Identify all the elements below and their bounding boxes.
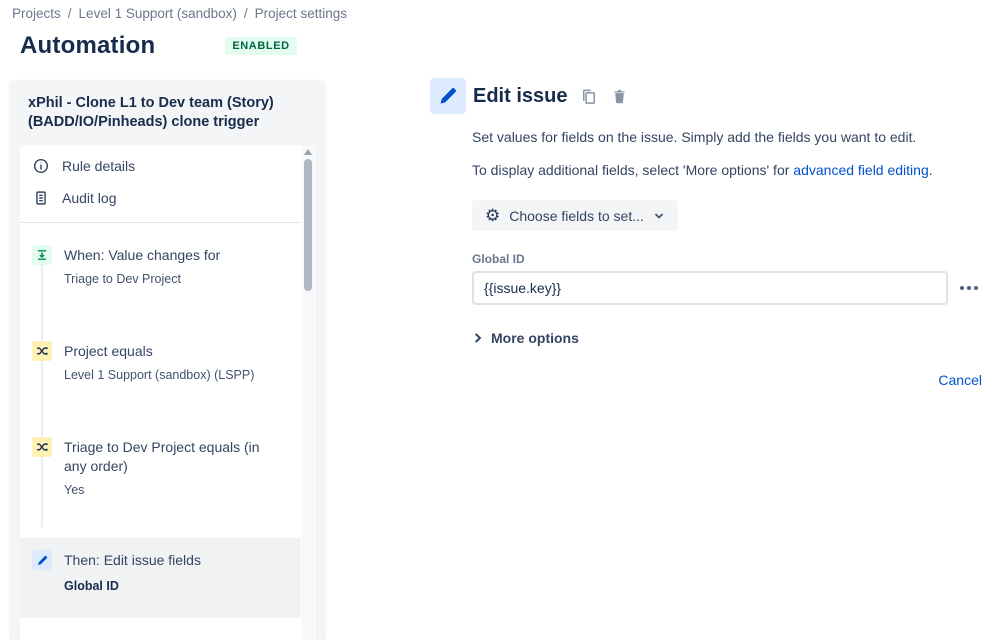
sidebar-item-label: Audit log: [62, 190, 117, 206]
step-subtitle: Yes: [64, 483, 85, 497]
description-text: To display additional fields, select 'Mo…: [472, 162, 794, 178]
page-header: Automation ENABLED: [20, 32, 297, 60]
condition-shuffle-icon: [32, 341, 52, 361]
breadcrumb-project[interactable]: Level 1 Support (sandbox): [79, 6, 237, 21]
breadcrumb-project-settings[interactable]: Project settings: [255, 6, 347, 21]
action-editor: Edit issue Set values for fields on the …: [430, 78, 990, 388]
step-title: Then: Edit issue fields: [64, 552, 201, 568]
trash-icon: [610, 87, 629, 106]
step-title: Project equals: [64, 343, 153, 359]
delete-action-button[interactable]: [608, 85, 631, 108]
condition-shuffle-icon: [32, 437, 52, 457]
step-when-value-changes[interactable]: When: Value changes for Triage to Dev Pr…: [20, 245, 301, 287]
trigger-icon: [32, 245, 52, 265]
chevron-down-icon: [653, 210, 665, 222]
sidebar-item-rule-details[interactable]: Rule details: [20, 145, 301, 182]
step-triage-equals[interactable]: Triage to Dev Project equals (in any ord…: [20, 437, 301, 498]
action-description-secondary: To display additional fields, select 'Mo…: [472, 161, 982, 180]
step-title: When: Value changes for: [64, 247, 221, 263]
step-subtitle: Triage to Dev Project: [64, 272, 181, 286]
step-then-edit-issue[interactable]: Then: Edit issue fields Global ID: [20, 538, 301, 618]
rule-title: xPhil - Clone L1 to Dev team (Story) (BA…: [28, 95, 274, 130]
duplicate-action-button[interactable]: [577, 85, 600, 108]
breadcrumb-separator: /: [243, 6, 248, 21]
breadcrumb-projects[interactable]: Projects: [12, 6, 61, 21]
gear-icon: ⚙: [485, 206, 501, 225]
action-description: Set values for fields on the issue. Simp…: [472, 129, 917, 145]
edit-issue-pencil-icon: [430, 78, 466, 114]
sidebar-item-label: Rule details: [62, 158, 136, 174]
more-actions-meatball-icon[interactable]: [958, 282, 980, 294]
chevron-right-icon: [472, 332, 484, 344]
step-project-equals[interactable]: Project equals Level 1 Support (sandbox)…: [20, 341, 301, 383]
choose-fields-dropdown[interactable]: ⚙ Choose fields to set...: [472, 200, 678, 231]
breadcrumb: Projects / Level 1 Support (sandbox) / Proje…: [12, 6, 347, 21]
step-subtitle: Global ID: [64, 579, 119, 593]
step-subtitle: Level 1 Support (sandbox) (LSPP): [64, 368, 255, 382]
status-badge: ENABLED: [225, 37, 297, 55]
action-title: Edit issue: [473, 84, 568, 107]
rule-steps-list: When: Value changes for Triage to Dev Pr…: [20, 223, 301, 618]
sidebar-scrollbar[interactable]: [302, 145, 314, 640]
rule-steps-panel: Rule details Audit log When: Value chang…: [20, 145, 315, 640]
sidebar-item-audit-log[interactable]: Audit log: [20, 182, 301, 214]
scroll-up-arrow-icon[interactable]: [304, 149, 312, 155]
advanced-field-editing-link[interactable]: advanced field editing: [793, 162, 928, 178]
info-icon: [32, 157, 50, 175]
breadcrumb-separator: /: [67, 6, 72, 21]
choose-fields-label: Choose fields to set...: [509, 207, 644, 224]
cancel-button[interactable]: Cancel: [938, 372, 982, 388]
page-title: Automation: [20, 32, 156, 59]
step-title: Triage to Dev Project equals (in any ord…: [64, 439, 260, 474]
global-id-input[interactable]: [472, 271, 948, 305]
more-options-label: More options: [491, 330, 579, 346]
more-options-expander[interactable]: More options: [472, 330, 982, 346]
rule-sidebar: xPhil - Clone L1 to Dev team (Story) (BA…: [10, 80, 325, 640]
copy-icon: [579, 87, 598, 106]
pencil-icon: [32, 550, 52, 570]
audit-log-icon: [32, 189, 50, 207]
scrollbar-thumb[interactable]: [304, 159, 312, 291]
description-text: .: [928, 162, 933, 178]
field-label-global-id: Global ID: [472, 252, 525, 266]
